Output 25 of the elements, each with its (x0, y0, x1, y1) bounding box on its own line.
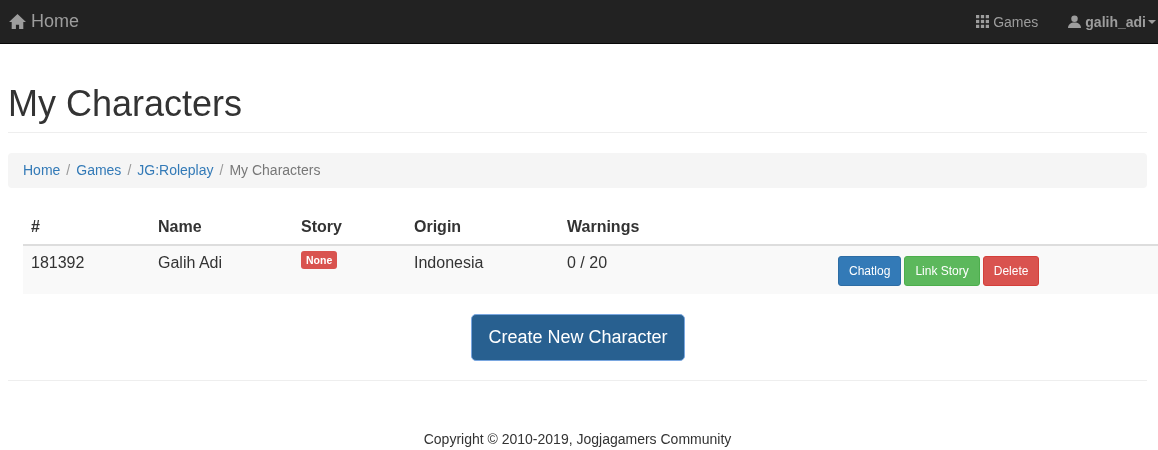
table-cell: 0 / 20 (567, 254, 608, 271)
link-story-button[interactable]: Link Story (904, 256, 980, 286)
user-icon (1068, 15, 1082, 28)
breadcrumb-separator: / (127, 162, 132, 179)
table-cell: 181392 (31, 254, 85, 271)
story-label: None (301, 251, 338, 269)
breadcrumb-separator: / (66, 162, 71, 179)
breadcrumb-link[interactable]: Games (76, 162, 122, 179)
home-link[interactable]: Home (0, 11, 79, 32)
user-menu[interactable]: galih_adi (1068, 13, 1156, 30)
table-cell: Indonesia (414, 254, 484, 271)
copyright-text: Copyright © 2010-2019, Jogjagamers Community (422, 431, 733, 447)
page-title: My Characters (8, 84, 244, 124)
delete-button[interactable]: Delete (982, 256, 1040, 286)
breadcrumb-separator: / (219, 162, 224, 179)
chatlog-button[interactable]: Chatlog (838, 256, 902, 286)
home-icon (8, 13, 27, 30)
breadcrumb-current: My Characters (229, 162, 321, 179)
create-character-button[interactable]: Create New Character (471, 314, 685, 361)
caret-icon (1148, 19, 1156, 24)
games-link[interactable]: Games (976, 13, 1039, 30)
table-cell: Galih Adi (158, 254, 223, 271)
breadcrumb-link[interactable]: Home (23, 162, 61, 179)
breadcrumb-link[interactable]: JG:Roleplay (137, 162, 214, 179)
grid-icon (976, 15, 990, 28)
